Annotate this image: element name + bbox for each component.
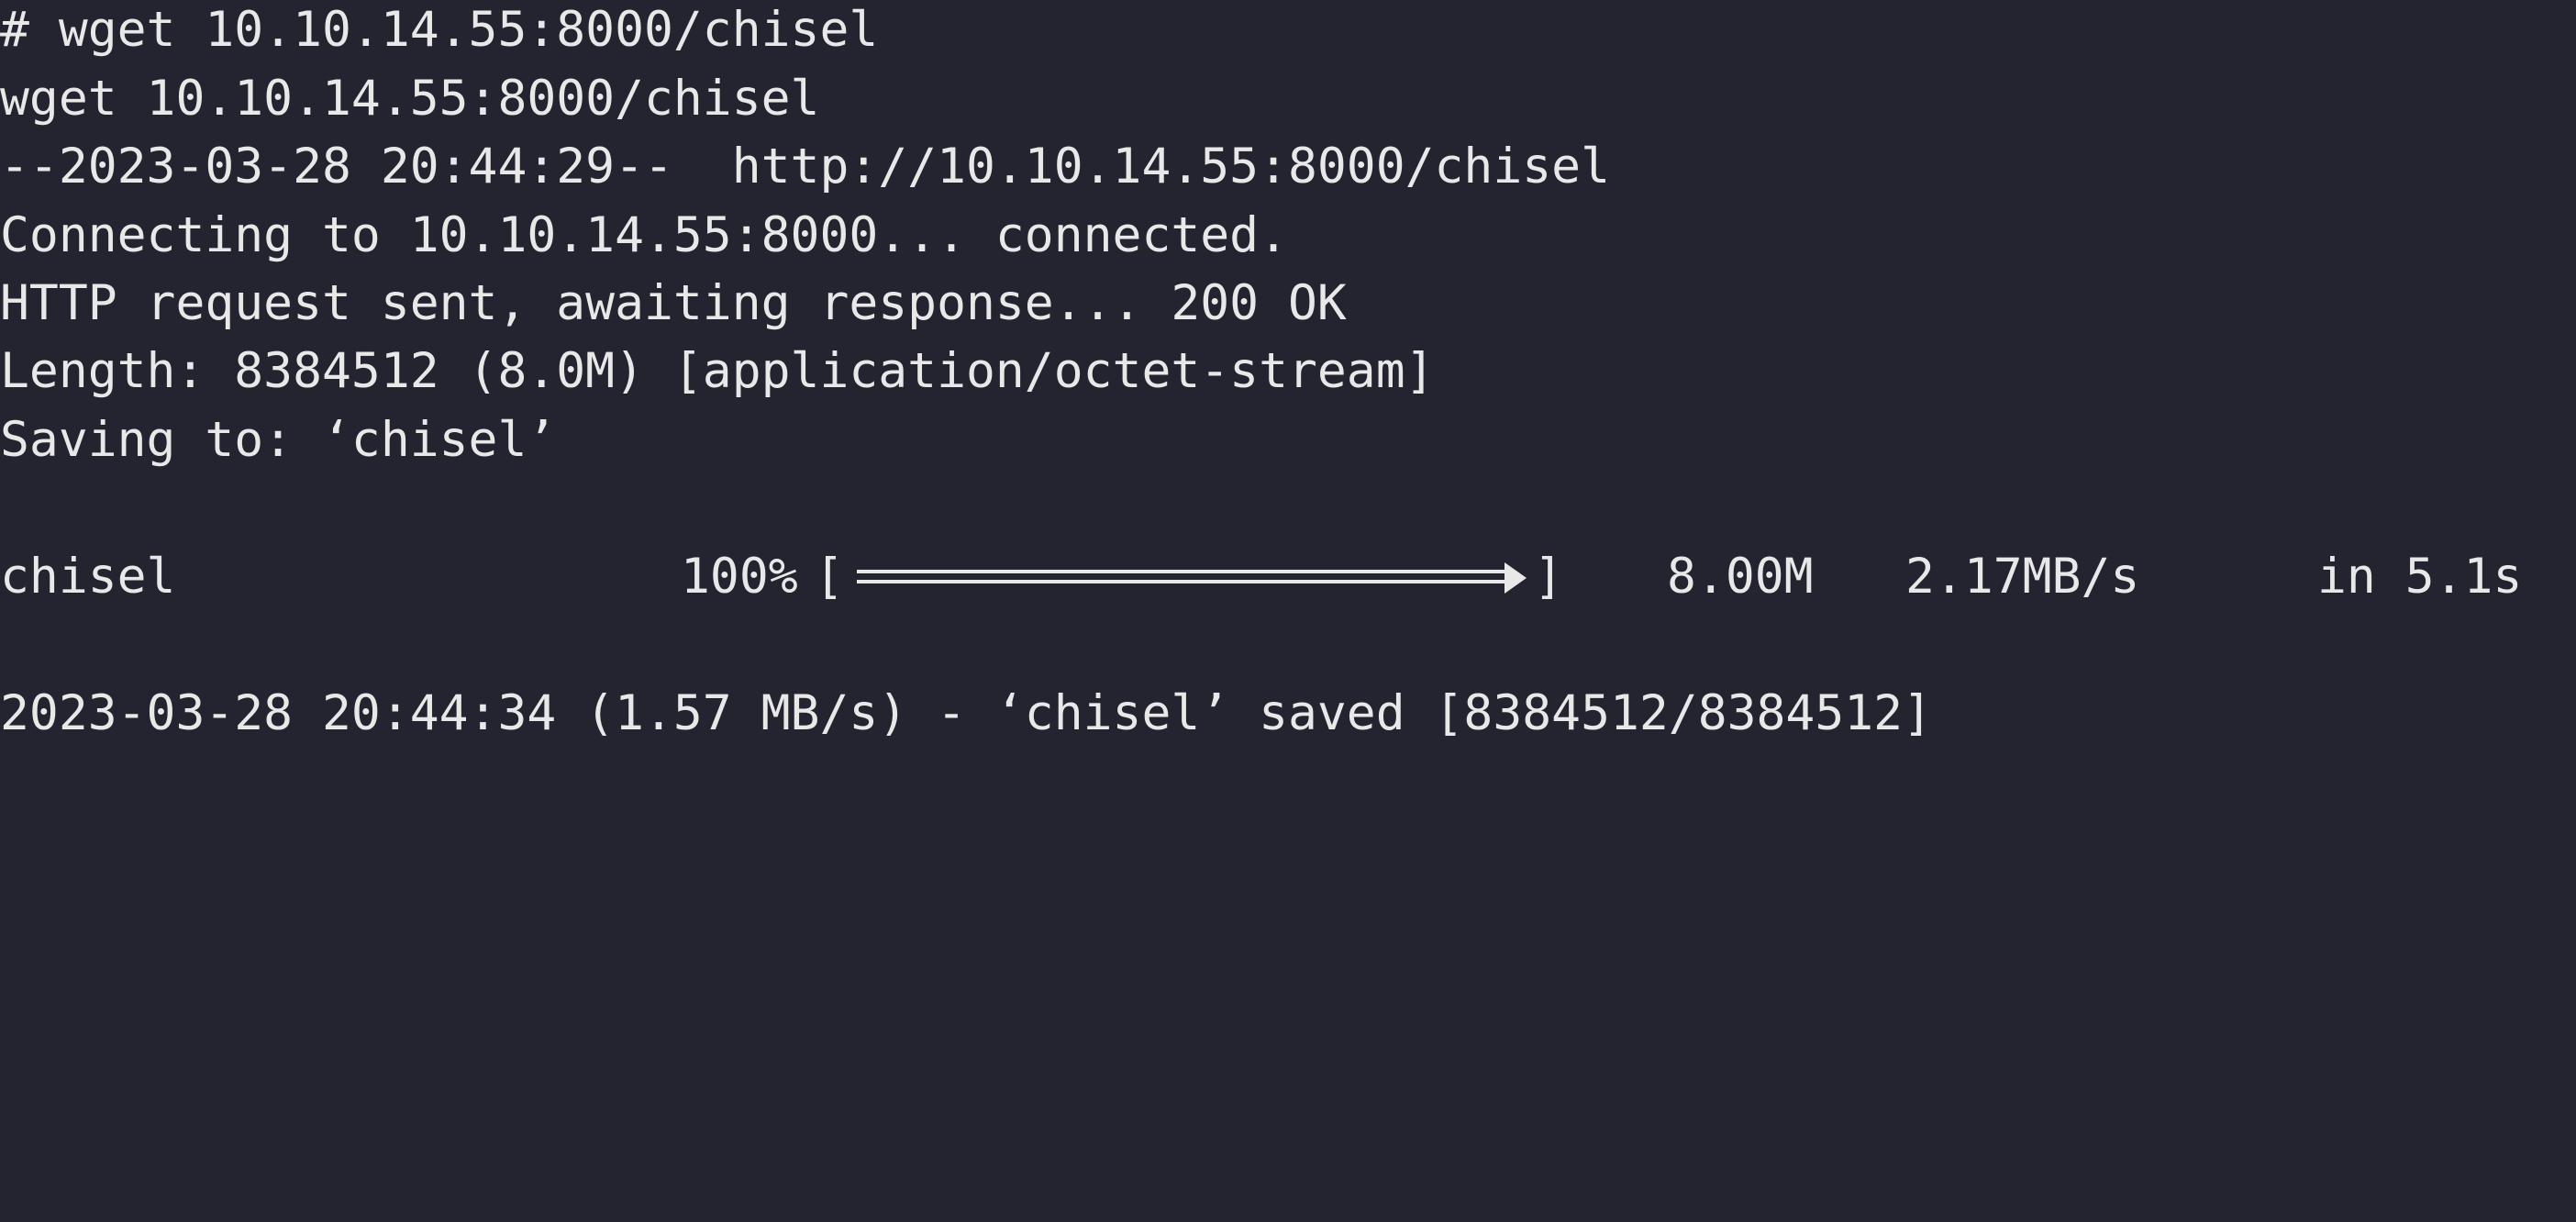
terminal-line-length: Length: 8384512 (8.0M) [application/octe… — [0, 343, 1435, 399]
progress-size: 8.00M — [1667, 549, 1814, 605]
terminal-line-saving-to: Saving to: ‘chisel’ — [0, 412, 557, 468]
progress-bar-rail-top — [857, 570, 1506, 573]
progress-rate: 2.17MB/s — [1905, 549, 2140, 605]
progress-arrow-icon — [1505, 562, 1527, 594]
progress-bracket-open: [ — [815, 549, 844, 605]
terminal-line-echo: wget 10.10.14.55:8000/chisel — [0, 71, 820, 127]
progress-line: chisel 100% [ ] 8.00M 2.17MB/s in 5.1s — [0, 543, 2576, 611]
progress-bar-rail-bottom — [857, 580, 1506, 583]
terminal-line-connecting: Connecting to 10.10.14.55:8000... connec… — [0, 207, 1288, 263]
progress-bracket-close: ] — [1534, 549, 1563, 605]
terminal-line-timestamp-url: --2023-03-28 20:44:29-- http://10.10.14.… — [0, 139, 1610, 194]
progress-percent: 100% — [681, 549, 798, 605]
progress-bar — [857, 562, 1527, 594]
terminal-line-saved-summary: 2023-03-28 20:44:34 (1.57 MB/s) - ‘chise… — [0, 685, 1932, 741]
terminal-window[interactable]: # wget 10.10.14.55:8000/chisel wget 10.1… — [0, 0, 2576, 766]
progress-filename: chisel — [0, 549, 176, 605]
progress-elapsed: in 5.1s — [2317, 549, 2523, 605]
terminal-line-prompt-command: # wget 10.10.14.55:8000/chisel — [0, 2, 879, 58]
terminal-line-http-response: HTTP request sent, awaiting response... … — [0, 275, 1347, 331]
